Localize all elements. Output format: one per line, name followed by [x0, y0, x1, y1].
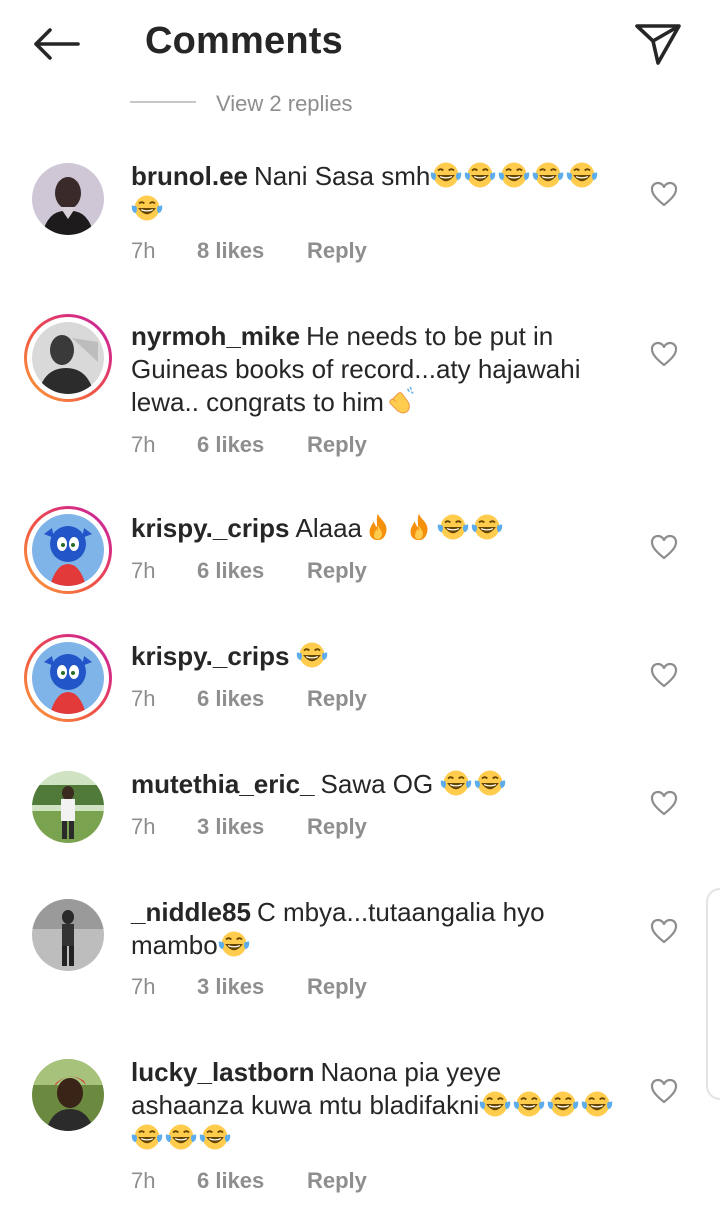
comment-body: _niddle85 C mbya...tutaangalia hyo mambo — [131, 896, 621, 962]
comment-emojis — [218, 930, 252, 960]
heart-icon[interactable] — [650, 534, 678, 560]
app-header: Comments — [0, 0, 720, 88]
comment-time: 7h — [131, 432, 156, 457]
comment-body: nyrmoh_mike He needs to be put in Guineas… — [131, 320, 621, 419]
comment-username[interactable]: nyrmoh_mike — [131, 321, 300, 351]
comment-time: 7h — [131, 1168, 156, 1193]
comment-body: lucky_lastborn Naona pia yeye ashaanza ku… — [131, 1056, 621, 1155]
comment-item: nyrmoh_mike He needs to be put in Guineas… — [0, 314, 720, 470]
arrow-left-icon — [34, 28, 80, 60]
comment-meta: 7h 6 likes Reply — [131, 432, 367, 458]
heart-icon[interactable] — [650, 181, 678, 207]
comment-username[interactable]: lucky_lastborn — [131, 1057, 315, 1087]
avatar[interactable] — [24, 634, 112, 722]
comment-likes[interactable]: 3 likes — [197, 974, 307, 1000]
reply-button[interactable]: Reply — [307, 432, 367, 458]
comment-meta: 7h 3 likes Reply — [131, 814, 367, 840]
avatar[interactable] — [24, 314, 112, 402]
comment-emojis — [296, 641, 330, 671]
reply-button[interactable]: Reply — [307, 974, 367, 1000]
comment-username[interactable]: _niddle85 — [131, 897, 251, 927]
avatar[interactable] — [31, 162, 105, 236]
comment-text: Alaaa — [295, 513, 363, 543]
reply-button[interactable]: Reply — [307, 1168, 367, 1194]
view-replies-label: View 2 replies — [216, 91, 353, 116]
heart-icon[interactable] — [650, 790, 678, 816]
comment-likes[interactable]: 3 likes — [197, 814, 307, 840]
reply-button[interactable]: Reply — [307, 558, 367, 584]
comment-time: 7h — [131, 686, 156, 711]
comment-item: mutethia_eric_ Sawa OG 7h 3 likes Reply — [0, 768, 720, 868]
comment-text: Nani Sasa smh — [254, 161, 431, 191]
comment-emojis — [384, 387, 418, 417]
comment-time: 7h — [131, 558, 156, 583]
comment-body: mutethia_eric_ Sawa OG — [131, 768, 621, 801]
edge-panel-handle[interactable] — [706, 888, 720, 1100]
comment-item: krispy._crips 7h 6 likes Reply — [0, 634, 720, 740]
comment-time: 7h — [131, 814, 156, 839]
avatar[interactable] — [24, 506, 112, 594]
comment-text: Sawa OG — [320, 769, 434, 799]
comment-username[interactable]: mutethia_eric_ — [131, 769, 315, 799]
comment-body: krispy._crips Alaaa — [131, 512, 621, 545]
comment-meta: 7h 6 likes Reply — [131, 686, 367, 712]
comment-body: krispy._crips — [131, 640, 621, 673]
comment-emojis — [362, 513, 505, 543]
heart-icon[interactable] — [650, 918, 678, 944]
reply-button[interactable]: Reply — [307, 686, 367, 712]
comment-meta: 7h 6 likes Reply — [131, 1168, 367, 1194]
comment-item: _niddle85 C mbya...tutaangalia hyo mambo … — [0, 896, 720, 1016]
reply-button[interactable]: Reply — [307, 238, 367, 264]
comment-likes[interactable]: 6 likes — [197, 686, 307, 712]
comment-meta: 7h 6 likes Reply — [131, 558, 367, 584]
heart-icon[interactable] — [650, 1078, 678, 1104]
share-button[interactable] — [632, 18, 684, 70]
comment-item: lucky_lastborn Naona pia yeye ashaanza ku… — [0, 1056, 720, 1216]
heart-icon[interactable] — [650, 341, 678, 367]
comment-likes[interactable]: 6 likes — [197, 432, 307, 458]
page-title: Comments — [145, 20, 343, 62]
comment-likes[interactable]: 6 likes — [197, 1168, 307, 1194]
avatar[interactable] — [31, 770, 105, 844]
comment-username[interactable]: krispy._crips — [131, 641, 290, 671]
back-button[interactable] — [28, 22, 84, 66]
comment-likes[interactable]: 6 likes — [197, 558, 307, 584]
comment-item: brunol.ee Nani Sasa smh 7h 8 likes Reply — [0, 160, 720, 280]
avatar[interactable] — [31, 898, 105, 972]
comment-body: brunol.ee Nani Sasa smh — [131, 160, 621, 226]
comment-meta: 7h 8 likes Reply — [131, 238, 367, 264]
view-replies-link[interactable]: View 2 replies — [130, 88, 353, 116]
comment-meta: 7h 3 likes Reply — [131, 974, 367, 1000]
reply-button[interactable]: Reply — [307, 814, 367, 840]
avatar[interactable] — [31, 1058, 105, 1132]
comment-emojis — [440, 769, 508, 799]
comment-username[interactable]: krispy._crips — [131, 513, 290, 543]
comment-time: 7h — [131, 974, 156, 999]
paper-plane-icon — [635, 24, 681, 65]
comment-likes[interactable]: 8 likes — [197, 238, 307, 264]
comment-username[interactable]: brunol.ee — [131, 161, 248, 191]
comment-time: 7h — [131, 238, 156, 263]
replies-divider — [130, 101, 196, 103]
heart-icon[interactable] — [650, 662, 678, 688]
comment-item: krispy._crips Alaaa 7h 6 likes Reply — [0, 506, 720, 612]
